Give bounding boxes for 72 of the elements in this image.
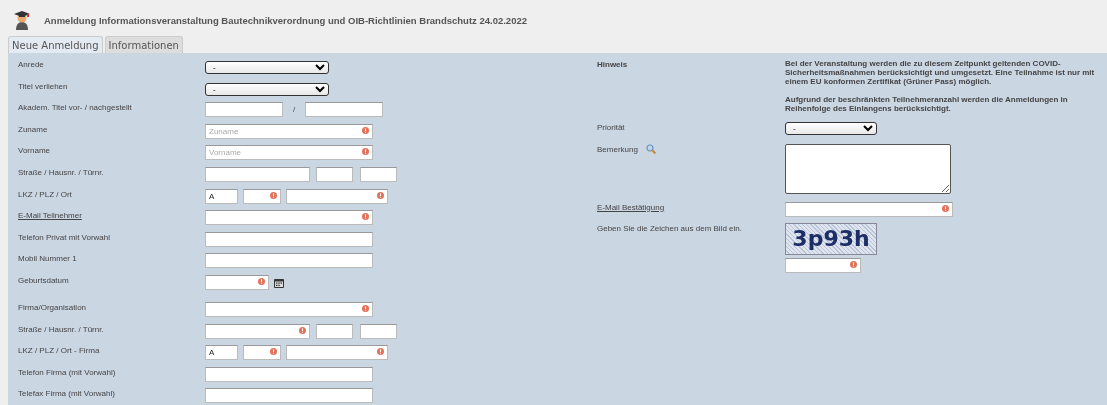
input-field[interactable] [205,210,373,226]
calendar-icon[interactable] [274,277,284,288]
input-field[interactable] [205,366,373,382]
label-link[interactable]: E-Mail Bestätigung [597,201,665,212]
field-label: Geben Sie die Zeichen aus dem Bild ein. [597,223,742,234]
required-icon [362,126,369,134]
input-field[interactable] [205,166,310,182]
input-field[interactable] [305,102,384,118]
field-label: Zuname [18,123,49,134]
note-heading: Hinweis [597,59,628,69]
required-icon [942,204,949,212]
tab[interactable]: Neue Anmeldung [8,36,103,53]
input-field[interactable] [286,188,388,204]
input-field[interactable] [205,231,373,247]
input-field[interactable] [286,345,388,361]
input-field[interactable] [785,201,953,217]
required-icon [362,213,369,221]
field-label: Titel verliehen [18,80,69,91]
input-field[interactable] [205,388,373,404]
required-icon [850,261,857,269]
field-label: Mobil Nummer 1 [18,253,78,264]
dropdown[interactable]: - [205,82,329,96]
separator-text: / [293,105,296,115]
input-field[interactable]: Vorname [205,145,373,161]
required-icon [362,148,369,156]
field-label: Telefax Firma (mit Vorwahl) [18,388,116,399]
field-label: Priorität [597,122,625,132]
input-field[interactable] [243,188,281,204]
input-field[interactable] [785,143,951,194]
input-field[interactable] [316,166,353,182]
input-field[interactable] [205,323,310,339]
input-field[interactable] [205,253,373,269]
tab[interactable]: Informationen [104,36,183,53]
input-field[interactable] [316,323,353,339]
label-link[interactable]: E-Mail Teilnehmer [18,210,205,221]
field-label: Telefon Firma (mit Vorwahl) [18,366,117,377]
required-icon [362,304,369,312]
field-label: LKZ / PLZ / Ort - Firma [18,345,101,356]
field-label: Firma/Organisation [18,301,88,312]
user-icon [12,10,32,30]
search-icon[interactable] [645,143,656,154]
window-title: Anmeldung Informationsveranstaltung Bautechnikverordnung und OIB-Richtlinien Brandschutz 24.02.2022 [44,14,527,26]
field-label: Anrede [18,59,45,69]
note-text: Aufgrund der beschränkten Teilnehmeranzahl werden die Anmeldungen in Reihenfolge des Einlangens berücksichtigt. [785,95,1069,113]
input-field[interactable] [205,301,373,317]
input-field[interactable]: A [205,345,238,361]
field-label: Telefon Privat mit Vorwahl [18,231,112,242]
captcha-image: 3p93h [785,223,877,256]
field-label: Vorname [18,145,52,156]
date-field[interactable] [205,274,269,290]
input-field[interactable] [205,102,283,118]
dropdown[interactable]: - [205,61,329,74]
input-field[interactable] [243,345,281,361]
input-field[interactable]: Zuname [205,123,373,139]
field-label: Geburtsdatum [18,274,70,285]
required-icon [299,326,306,334]
field-label: LKZ / PLZ / Ort [18,188,73,199]
field-label: Straße / Hausnr. / Türnr. [18,166,105,177]
field-label: Akadem. Titel vor- / nachgestellt [18,102,133,113]
required-icon [377,191,384,199]
input-field[interactable] [785,258,861,274]
note-text: Bei der Veranstaltung werden die zu diesem Zeitpunkt geltenden COVID-Sicherheitsmaßnahmen berücksichtigt und umgesetzt. Eine Teilnahme ist nur mit einem EU konformen Zertifikat (Grüner Pass) möglich. [785,59,1095,86]
field-label: Bemerkung [597,143,638,154]
field-label: Straße / Hausnr. / Türnr. [18,323,105,334]
input-field[interactable] [360,166,397,182]
input-field[interactable] [360,323,397,339]
dropdown[interactable]: - [785,122,877,135]
input-field[interactable]: A [205,188,238,204]
required-icon [258,277,265,285]
required-icon [377,348,384,356]
required-icon [270,191,277,199]
required-icon [270,348,277,356]
